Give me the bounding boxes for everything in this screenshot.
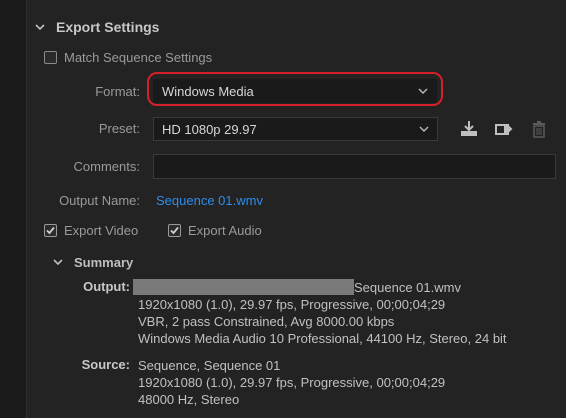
- chevron-down-icon[interactable]: [48, 253, 68, 271]
- match-sequence-checkbox[interactable]: [44, 51, 57, 64]
- checkmark-icon: [170, 226, 179, 235]
- export-video-row[interactable]: Export Video: [44, 223, 138, 238]
- match-sequence-label: Match Sequence Settings: [64, 50, 213, 65]
- comments-label: Comments:: [73, 159, 140, 174]
- source-summary-label: Source:: [81, 357, 130, 372]
- export-video-checkbox[interactable]: [44, 224, 57, 237]
- preset-value: HD 1080p 29.97: [162, 121, 257, 137]
- preset-label: Preset:: [98, 121, 140, 136]
- output-filename: Sequence 01.wmv: [354, 280, 461, 295]
- output-name-label: Output Name:: [59, 193, 140, 208]
- output-line: Windows Media Audio 10 Professional, 441…: [138, 331, 507, 346]
- summary-header[interactable]: Summary: [48, 253, 133, 271]
- source-line: 1920x1080 (1.0), 29.97 fps, Progressive,…: [138, 375, 446, 390]
- export-audio-row[interactable]: Export Audio: [168, 223, 262, 238]
- source-line: Sequence, Sequence 01: [138, 358, 281, 373]
- import-preset-icon[interactable]: [492, 119, 514, 139]
- left-panel-strip: [0, 0, 26, 418]
- comments-input[interactable]: [153, 154, 556, 179]
- format-label: Format:: [95, 84, 140, 99]
- save-preset-icon[interactable]: [458, 119, 480, 139]
- export-audio-checkbox[interactable]: [168, 224, 181, 237]
- output-line: 1920x1080 (1.0), 29.97 fps, Progressive,…: [138, 297, 446, 312]
- output-line: VBR, 2 pass Constrained, Avg 8000.00 kbp…: [138, 314, 395, 329]
- redacted-path: [133, 279, 354, 295]
- chevron-down-icon: [410, 88, 436, 94]
- output-summary-label: Output:: [83, 279, 130, 294]
- checkmark-icon: [46, 226, 55, 235]
- export-video-label: Export Video: [64, 223, 139, 238]
- export-settings-header[interactable]: Export Settings: [30, 16, 159, 38]
- format-value: Windows Media: [162, 83, 254, 99]
- source-details: Sequence, Sequence 01 1920x1080 (1.0), 2…: [138, 357, 445, 408]
- panel-divider: [26, 0, 27, 418]
- output-name-link[interactable]: Sequence 01.wmv: [156, 193, 263, 208]
- source-line: 48000 Hz, Stereo: [138, 392, 240, 407]
- trash-icon[interactable]: [528, 119, 550, 139]
- format-select[interactable]: Windows Media: [153, 79, 437, 103]
- match-sequence-row[interactable]: Match Sequence Settings: [44, 50, 212, 65]
- summary-title: Summary: [74, 254, 134, 270]
- preset-select[interactable]: HD 1080p 29.97: [153, 117, 438, 141]
- chevron-down-icon[interactable]: [30, 18, 50, 36]
- chevron-down-icon: [411, 126, 437, 132]
- section-title: Export Settings: [56, 19, 160, 35]
- output-details: 1920x1080 (1.0), 29.97 fps, Progressive,…: [138, 296, 507, 347]
- export-audio-label: Export Audio: [188, 223, 262, 238]
